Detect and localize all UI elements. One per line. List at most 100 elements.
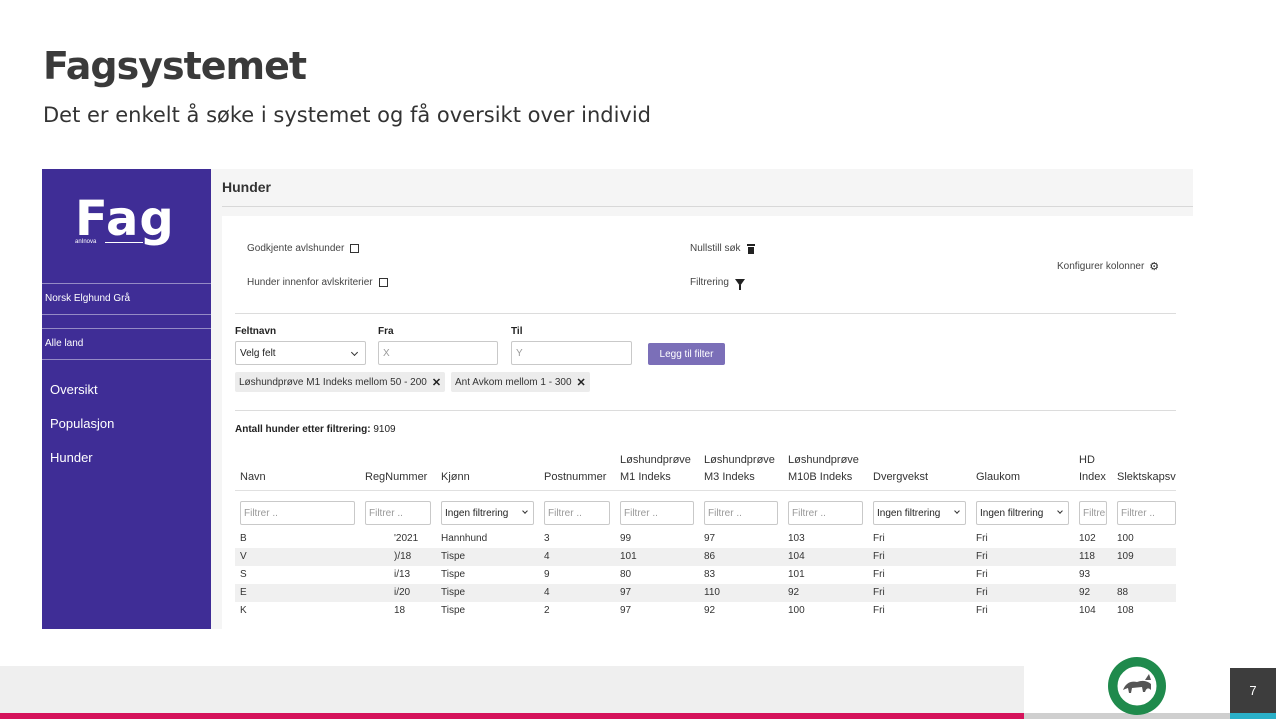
cell-hd: 104: [1079, 605, 1096, 616]
cell-reg: '2021: [394, 533, 419, 544]
filter-input-m10b[interactable]: Filtrer ..: [788, 501, 863, 525]
filter-input-m1[interactable]: Filtrer ..: [620, 501, 694, 525]
table-row[interactable]: S i/13 Tispe 9 80 83 101 Fri Fri 93: [235, 566, 1176, 584]
chip-label: Ant Avkom mellom 1 - 300: [455, 376, 572, 388]
col-header-kjonn[interactable]: Kjønn: [441, 469, 470, 486]
cell-glau: Fri: [976, 551, 988, 562]
col-header-m3-line2: M3 Indeks: [704, 471, 755, 483]
logo-text: Fag: [75, 191, 175, 247]
table-row[interactable]: K 18 Tispe 2 97 92 100 Fri Fri 104 108: [235, 602, 1176, 620]
close-icon[interactable]: ✕: [432, 376, 441, 389]
filter-input-m3[interactable]: Filtrer ..: [704, 501, 778, 525]
cell-navn: S: [240, 569, 247, 580]
chevron-down-icon: [522, 508, 528, 514]
add-filter-button[interactable]: Legg til filter: [648, 343, 725, 365]
logo-sub: anInova: [75, 239, 97, 245]
cell-dverg: Fri: [873, 605, 885, 616]
cell-m10b: 101: [788, 569, 805, 580]
close-icon[interactable]: ✕: [577, 376, 586, 389]
sidebar-divider: [42, 359, 211, 360]
approved-label: Godkjente avlshunder: [247, 243, 345, 254]
configure-columns-button[interactable]: Konfigurer kolonner ⚙: [1057, 260, 1159, 273]
cell-hd: 92: [1079, 587, 1091, 598]
count-label: Antall hunder etter filtrering:: [235, 424, 371, 435]
col-header-slektskap[interactable]: Slektskapsv: [1117, 469, 1176, 486]
table-row[interactable]: B '2021 Hannhund 3 99 97 103 Fri Fri 102…: [235, 530, 1176, 548]
filter-input-hd[interactable]: Filtrer ..: [1079, 501, 1107, 525]
filter-select-dvergvekst[interactable]: Ingen filtrering: [873, 501, 966, 525]
table-row[interactable]: V )/18 Tispe 4 101 86 104 Fri Fri 118 10…: [235, 548, 1176, 566]
col-header-hd-index[interactable]: HD Index: [1079, 452, 1106, 486]
criteria-checkbox[interactable]: [378, 278, 388, 287]
to-input[interactable]: Y: [511, 341, 632, 365]
filter-select-glaukom[interactable]: Ingen filtrering: [976, 501, 1069, 525]
field-label: Feltnavn: [235, 326, 277, 337]
cell-m3: 92: [704, 605, 716, 616]
table-row[interactable]: E i/20 Tispe 4 97 110 92 Fri Fri 92 88: [235, 584, 1176, 602]
col-header-postnummer[interactable]: Postnummer: [544, 469, 606, 486]
sidebar-org[interactable]: Norsk Elghund Grå: [45, 293, 130, 304]
sidebar: Fag anInova Norsk Elghund Grå Alle land …: [42, 169, 211, 629]
sidebar-item-populasjon[interactable]: Populasjon: [50, 416, 114, 431]
filter-select-value: Ingen filtrering: [877, 508, 941, 519]
col-header-m3[interactable]: Løshundprøve M3 Indeks: [704, 452, 775, 486]
reset-label: Nullstill søk: [690, 243, 741, 254]
sidebar-divider: [42, 314, 211, 315]
filter-input-postnummer[interactable]: Filtrer ..: [544, 501, 610, 525]
filter-input-regnummer[interactable]: Filtrer ..: [365, 501, 431, 525]
section-divider: [235, 410, 1176, 411]
section-divider: [235, 313, 1176, 314]
col-header-hd-line1: HD: [1079, 454, 1095, 466]
footer-accent-pink: [0, 713, 1024, 719]
field-select[interactable]: Velg felt: [235, 341, 366, 365]
page-number-accent: [1230, 713, 1276, 719]
from-label: Fra: [378, 326, 394, 337]
cell-m3: 110: [704, 587, 720, 598]
chevron-down-icon: [350, 348, 359, 357]
cell-kjonn: Tispe: [441, 587, 466, 598]
cell-reg: )/18: [394, 551, 412, 562]
sidebar-divider: [42, 283, 211, 284]
cell-post: 3: [544, 533, 550, 544]
sidebar-item-hunder[interactable]: Hunder: [50, 450, 93, 465]
fag-logo: Fag anInova: [75, 195, 175, 249]
filter-button[interactable]: Filtrering: [690, 277, 745, 290]
to-label: Til: [511, 326, 523, 337]
filter-label: Filtrering: [690, 277, 729, 288]
columns-label: Konfigurer kolonner: [1057, 261, 1145, 272]
cell-hd: 93: [1079, 569, 1091, 580]
cell-dverg: Fri: [873, 587, 885, 598]
filter-input-navn[interactable]: Filtrer ..: [240, 501, 355, 525]
active-filter-chip[interactable]: Ant Avkom mellom 1 - 300 ✕: [451, 372, 590, 392]
cell-m1: 97: [620, 587, 632, 598]
cell-m10b: 100: [788, 605, 805, 616]
cell-navn: V: [240, 551, 247, 562]
col-header-m1-line1: Løshundprøve: [620, 454, 691, 466]
reset-search-button[interactable]: Nullstill søk: [690, 243, 755, 254]
col-header-m10b[interactable]: Løshundprøve M10B Indeks: [788, 452, 859, 486]
approved-option[interactable]: Godkjente avlshunder: [247, 243, 360, 254]
sidebar-land[interactable]: Alle land: [45, 338, 83, 349]
header-divider: [222, 206, 1193, 207]
cell-glau: Fri: [976, 605, 988, 616]
sidebar-item-oversikt[interactable]: Oversikt: [50, 382, 98, 397]
slide-title: Fagsystemet: [43, 44, 307, 88]
filter-select-kjonn[interactable]: Ingen filtrering: [441, 501, 534, 525]
gear-icon: ⚙: [1149, 261, 1160, 273]
search-card: Godkjente avlshunder Hunder innenfor avl…: [222, 216, 1193, 629]
col-header-dvergvekst[interactable]: Dvergvekst: [873, 469, 928, 486]
approved-checkbox[interactable]: [350, 244, 360, 253]
chevron-down-icon: [954, 508, 960, 514]
from-input[interactable]: X: [378, 341, 498, 365]
col-header-regnummer[interactable]: RegNummer: [365, 469, 427, 486]
cell-navn: B: [240, 533, 247, 544]
criteria-option[interactable]: Hunder innenfor avlskriterier: [247, 277, 388, 288]
col-header-navn[interactable]: Navn: [240, 469, 266, 486]
cell-m1: 80: [620, 569, 632, 580]
filter-select-value: Ingen filtrering: [980, 508, 1044, 519]
club-emblem-icon: [1108, 657, 1166, 715]
active-filter-chip[interactable]: Løshundprøve M1 Indeks mellom 50 - 200 ✕: [235, 372, 446, 392]
filter-input-slektskap[interactable]: Filtrer ..: [1117, 501, 1176, 525]
col-header-m1[interactable]: Løshundprøve M1 Indeks: [620, 452, 691, 486]
col-header-glaukom[interactable]: Glaukom: [976, 469, 1020, 486]
